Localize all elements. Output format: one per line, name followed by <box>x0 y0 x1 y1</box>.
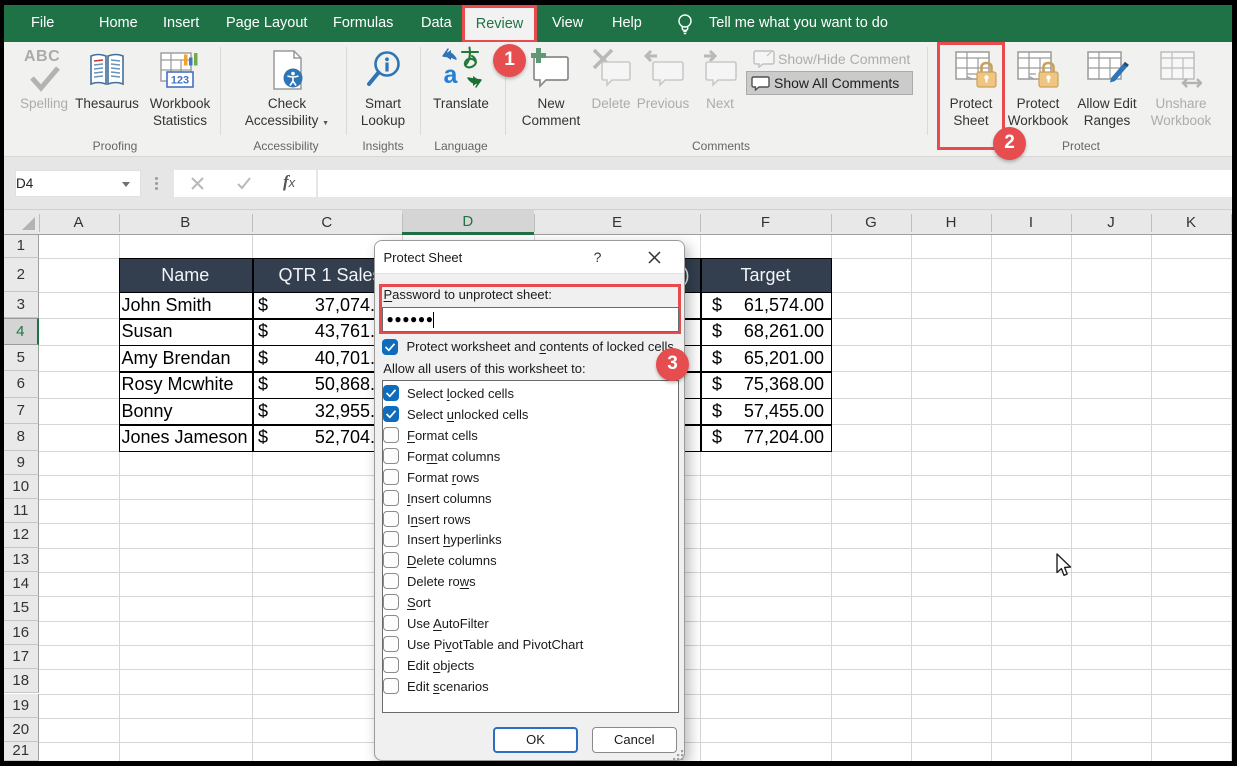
svg-text:123: 123 <box>171 75 189 87</box>
svg-text:a: a <box>444 61 459 89</box>
